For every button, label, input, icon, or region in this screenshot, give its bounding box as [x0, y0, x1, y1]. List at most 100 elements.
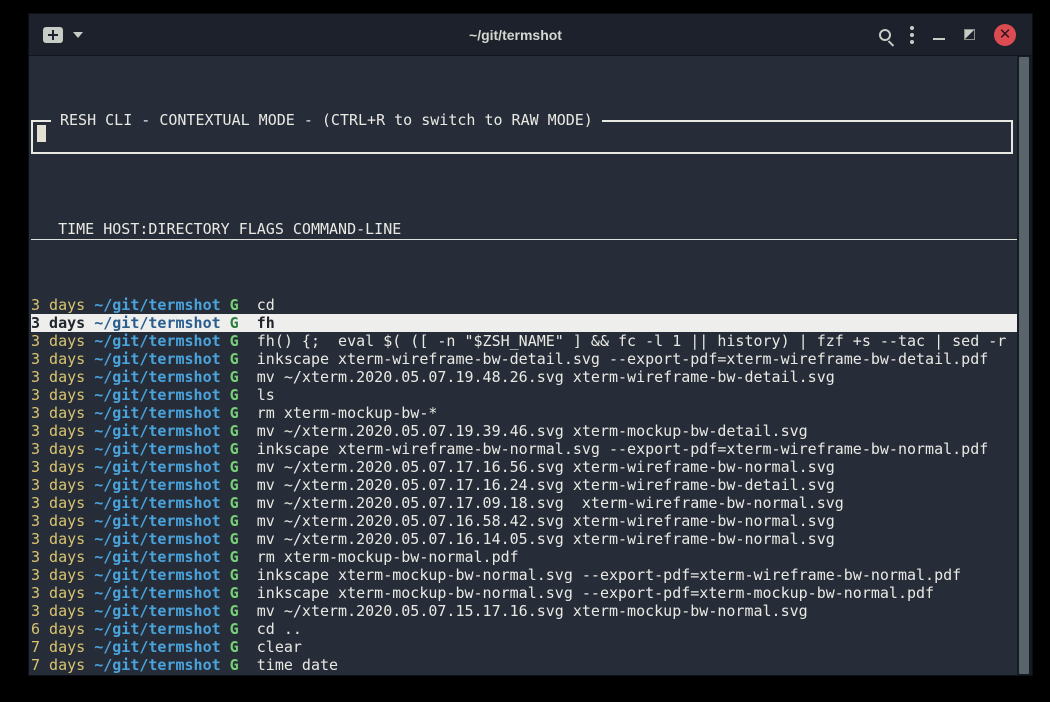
row-command: fh: [239, 314, 275, 332]
row-command: clear: [239, 638, 302, 656]
row-command: mv ~/xterm.2020.05.07.17.16.24.svg xterm…: [239, 476, 835, 494]
row-flags: G: [221, 314, 239, 332]
row-host-directory: ~/git/termshot: [85, 512, 220, 530]
row-host-directory: ~/git/termshot: [85, 350, 220, 368]
row-command: mv ~/xterm.2020.05.07.16.14.05.svg xterm…: [239, 530, 835, 548]
row-host-directory: ~/git/termshot: [85, 368, 220, 386]
row-flags: G: [221, 368, 239, 386]
history-row[interactable]: 7 days ~/git/termshot G clear: [31, 638, 1017, 656]
row-flags: G: [221, 548, 239, 566]
row-host-directory: ~/git/termshot: [85, 332, 220, 350]
row-flags: G: [221, 386, 239, 404]
row-command: mv ~/xterm.2020.05.07.19.48.26.svg xterm…: [239, 368, 835, 386]
history-row[interactable]: 3 days ~/git/termshot G cd: [31, 296, 1017, 314]
row-command: mv ~/xterm.2020.05.07.15.17.16.svg xterm…: [239, 602, 808, 620]
row-command: mv ~/xterm.2020.05.07.17.16.56.svg xterm…: [239, 458, 835, 476]
history-row[interactable]: 3 days ~/git/termshot G inkscape xterm-w…: [31, 440, 1017, 458]
row-host-directory: ~/git/termshot: [85, 440, 220, 458]
row-time: 3 days: [31, 422, 85, 440]
row-flags: G: [221, 512, 239, 530]
row-command: rm xterm-mockup-bw-*: [239, 404, 438, 422]
row-command: mv ~/xterm.2020.05.07.16.58.42.svg xterm…: [239, 512, 835, 530]
row-host-directory: ~/git/termshot: [85, 656, 220, 674]
row-flags: G: [221, 350, 239, 368]
row-time: 3 days: [31, 530, 85, 548]
row-flags: G: [221, 584, 239, 602]
row-time: 3 days: [31, 296, 85, 314]
row-time: 3 days: [31, 602, 85, 620]
restore-icon[interactable]: [964, 29, 975, 40]
row-command: inkscape xterm-wireframe-bw-normal.svg -…: [239, 440, 989, 458]
history-row[interactable]: 3 days ~/git/termshot G mv ~/xterm.2020.…: [31, 512, 1017, 530]
history-row[interactable]: 3 days ~/git/termshot G inkscape xterm-w…: [31, 350, 1017, 368]
row-time: 3 days: [31, 350, 85, 368]
dropdown-caret-icon[interactable]: [73, 32, 83, 38]
history-row[interactable]: 3 days ~/git/termshot G inkscape xterm-m…: [31, 584, 1017, 602]
scrollbar-thumb[interactable]: [1019, 57, 1029, 674]
row-time: 6 days: [31, 620, 85, 638]
search-icon[interactable]: [879, 29, 891, 41]
row-host-directory: ~/git/termshot: [85, 548, 220, 566]
new-tab-icon[interactable]: [43, 27, 63, 43]
scrollbar[interactable]: [1017, 56, 1032, 675]
row-host-directory: ~/git/termshot: [85, 674, 220, 675]
row-flags: G: [221, 458, 239, 476]
row-time: 3 days: [31, 476, 85, 494]
close-icon[interactable]: ✕: [994, 24, 1016, 46]
history-row[interactable]: 3 days ~/git/termshot G rm xterm-mockup-…: [31, 404, 1017, 422]
row-time: 7 days: [31, 638, 85, 656]
row-host-directory: ~/git/termshot: [85, 602, 220, 620]
row-time: 3 days: [31, 314, 85, 332]
row-host-directory: ~/git/termshot: [85, 620, 220, 638]
row-host-directory: ~/git/termshot: [85, 404, 220, 422]
row-flags: G: [221, 530, 239, 548]
history-row[interactable]: 6 days ~/git/termshot G cd ..: [31, 620, 1017, 638]
minimize-icon[interactable]: [933, 38, 945, 40]
row-time: 3 days: [31, 584, 85, 602]
row-command: mv ~/xterm.2020.05.07.17.09.18.svg xterm…: [239, 494, 844, 512]
row-flags: G: [221, 566, 239, 584]
history-row[interactable]: 3 days ~/git/termshot G inkscape xterm-m…: [31, 566, 1017, 584]
history-row[interactable]: 7 days ~/git/termshot G time date: [31, 656, 1017, 674]
row-host-directory: ~/git/termshot: [85, 314, 220, 332]
row-flags: G: [221, 440, 239, 458]
row-time: 3 days: [31, 512, 85, 530]
row-time: 3 days: [31, 548, 85, 566]
row-host-directory: ~/git/termshot: [85, 494, 220, 512]
history-row[interactable]: 3 days ~/git/termshot G ls: [31, 386, 1017, 404]
history-row[interactable]: 3 days ~/git/termshot G fh: [31, 314, 1017, 332]
row-host-directory: ~/git/termshot: [85, 296, 220, 314]
row-flags: G: [221, 602, 239, 620]
row-flags: G: [221, 476, 239, 494]
history-row[interactable]: 3 days ~/git/termshot G fh() {; eval $( …: [31, 332, 1017, 350]
history-row[interactable]: 3 days ~/git/termshot G mv ~/xterm.2020.…: [31, 458, 1017, 476]
row-time: 3 days: [31, 440, 85, 458]
row-time: 3 days: [31, 404, 85, 422]
row-command: inkscape xterm-mockup-bw-normal.svg --ex…: [239, 584, 934, 602]
history-row[interactable]: 3 days ~/git/termshot G mv ~/xterm.2020.…: [31, 530, 1017, 548]
history-row[interactable]: 3 days ~/git/termshot G mv ~/xterm.2020.…: [31, 602, 1017, 620]
history-row[interactable]: 3 days ~/git/termshot G mv ~/xterm.2020.…: [31, 368, 1017, 386]
row-command: cd ..: [239, 620, 302, 638]
history-row[interactable]: 3 days ~/git/termshot G mv ~/xterm.2020.…: [31, 422, 1017, 440]
row-flags: G: [221, 422, 239, 440]
row-time: 3 days: [31, 494, 85, 512]
row-time: 3 days: [31, 458, 85, 476]
row-host-directory: ~/git/termshot: [85, 530, 220, 548]
row-command: mv ~/xterm.2020.05.07.19.39.46.svg xterm…: [239, 422, 808, 440]
row-flags: G: [221, 494, 239, 512]
row-command: cd: [239, 296, 275, 314]
history-row[interactable]: 3 days ~/git/termshot G mv ~/xterm.2020.…: [31, 494, 1017, 512]
row-time: 3 days: [31, 566, 85, 584]
row-host-directory: ~/git/termshot: [85, 386, 220, 404]
row-flags: G: [221, 674, 239, 675]
row-time: 3 days: [31, 332, 85, 350]
resh-search-box[interactable]: RESH CLI - CONTEXTUAL MODE - (CTRL+R to …: [31, 120, 1013, 154]
history-row[interactable]: 3 days ~/git/termshot G rm xterm-mockup-…: [31, 548, 1017, 566]
menu-kebab-icon[interactable]: [910, 26, 914, 44]
row-command: time date: [239, 656, 338, 674]
history-row[interactable]: 3 days ~/git/termshot G mv ~/xterm.2020.…: [31, 476, 1017, 494]
row-command: fh() {; eval $( ([ -n "$ZSH_NAME" ] && f…: [239, 332, 1007, 350]
row-flags: G: [221, 656, 239, 674]
history-row[interactable]: 7 days ~/git/termshot G time x=1: [31, 674, 1017, 675]
